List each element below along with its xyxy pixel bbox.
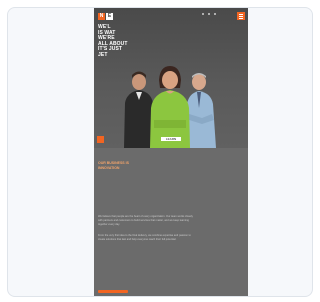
person-center — [150, 66, 190, 148]
section-title: OUR BUSINESS IS INNOVATION — [98, 161, 129, 170]
logo-mark: N — [98, 13, 105, 20]
person-left — [124, 71, 154, 148]
person-right — [186, 73, 216, 148]
indicator-dot — [214, 13, 216, 15]
hero-section: N E WE'L IS WAT WE'RE ALL ABOUT IT'S JUS… — [94, 8, 248, 148]
menu-button[interactable] — [237, 12, 245, 20]
hamburger-icon-bar — [239, 13, 243, 15]
brand-logo[interactable]: N E — [98, 12, 113, 21]
indicator-dot — [208, 13, 210, 15]
hamburger-icon-bar — [239, 15, 243, 17]
play-icon[interactable] — [97, 136, 104, 143]
mobile-page-preview[interactable]: N E WE'L IS WAT WE'RE ALL ABOUT IT'S JUS… — [94, 8, 248, 296]
hero-cta-button[interactable]: LEARN — [161, 137, 181, 141]
status-indicators — [202, 13, 216, 15]
hamburger-icon-bar — [239, 17, 243, 19]
hero-headline: WE'L IS WAT WE'RE ALL ABOUT IT'S JUST JE… — [98, 24, 128, 58]
logo-name: E — [106, 13, 113, 20]
footer-link[interactable] — [98, 290, 128, 293]
preview-card: N E WE'L IS WAT WE'RE ALL ABOUT IT'S JUS… — [7, 7, 313, 297]
body-paragraph: From the very first idea to the final de… — [98, 234, 191, 241]
indicator-dot — [202, 13, 204, 15]
body-paragraph: We believe that people are the heart of … — [98, 215, 193, 226]
